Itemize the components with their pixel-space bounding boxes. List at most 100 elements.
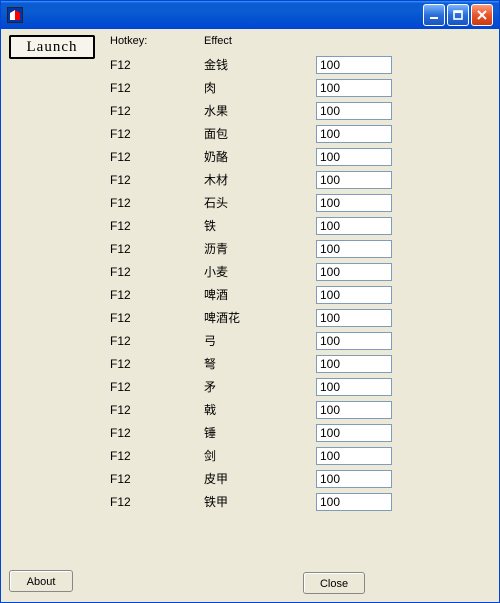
value-input[interactable] bbox=[316, 102, 392, 120]
value-input[interactable] bbox=[316, 447, 392, 465]
hotkey-label: F12 bbox=[106, 357, 204, 371]
value-input[interactable] bbox=[316, 56, 392, 74]
value-input[interactable] bbox=[316, 171, 392, 189]
value-cell bbox=[316, 263, 398, 281]
value-cell bbox=[316, 171, 398, 189]
minimize-icon bbox=[428, 9, 440, 21]
table-row: F12小麦 bbox=[106, 260, 499, 283]
hotkey-label: F12 bbox=[106, 127, 204, 141]
value-cell bbox=[316, 355, 398, 373]
effect-label: 金钱 bbox=[204, 56, 316, 73]
table-row: F12肉 bbox=[106, 76, 499, 99]
value-cell bbox=[316, 378, 398, 396]
table-row: F12金钱 bbox=[106, 53, 499, 76]
launch-button[interactable]: Launch bbox=[9, 35, 95, 59]
rows-container: F12金钱F12肉F12水果F12面包F12奶酪F12木材F12石头F12铁F1… bbox=[106, 53, 499, 513]
close-icon bbox=[476, 9, 488, 21]
value-input[interactable] bbox=[316, 309, 392, 327]
value-input[interactable] bbox=[316, 401, 392, 419]
header-hotkey: Hotkey: bbox=[106, 35, 204, 53]
value-input[interactable] bbox=[316, 378, 392, 396]
hotkey-label: F12 bbox=[106, 219, 204, 233]
client-area: Launch About Hotkey: Effect F12金钱F12肉F12… bbox=[1, 29, 499, 602]
value-cell bbox=[316, 286, 398, 304]
value-cell bbox=[316, 332, 398, 350]
table-row: F12锤 bbox=[106, 421, 499, 444]
window-controls bbox=[423, 4, 493, 26]
hotkey-label: F12 bbox=[106, 449, 204, 463]
effect-label: 沥青 bbox=[204, 240, 316, 257]
hotkey-label: F12 bbox=[106, 495, 204, 509]
table-row: F12弓 bbox=[106, 329, 499, 352]
minimize-button[interactable] bbox=[423, 4, 445, 26]
table-row: F12矛 bbox=[106, 375, 499, 398]
value-input[interactable] bbox=[316, 424, 392, 442]
value-input[interactable] bbox=[316, 240, 392, 258]
table-row: F12啤酒 bbox=[106, 283, 499, 306]
value-cell bbox=[316, 56, 398, 74]
right-column: Hotkey: Effect F12金钱F12肉F12水果F12面包F12奶酪F… bbox=[106, 29, 499, 602]
value-cell bbox=[316, 401, 398, 419]
effect-label: 剑 bbox=[204, 447, 316, 464]
value-input[interactable] bbox=[316, 194, 392, 212]
effect-label: 锤 bbox=[204, 424, 316, 441]
value-input[interactable] bbox=[316, 148, 392, 166]
hotkey-label: F12 bbox=[106, 150, 204, 164]
value-cell bbox=[316, 447, 398, 465]
table-row: F12面包 bbox=[106, 122, 499, 145]
about-button[interactable]: About bbox=[9, 570, 73, 592]
maximize-button[interactable] bbox=[447, 4, 469, 26]
close-window-button[interactable] bbox=[471, 4, 493, 26]
value-cell bbox=[316, 125, 398, 143]
value-cell bbox=[316, 309, 398, 327]
table-row: F12木材 bbox=[106, 168, 499, 191]
value-cell bbox=[316, 217, 398, 235]
hotkey-label: F12 bbox=[106, 311, 204, 325]
value-input[interactable] bbox=[316, 332, 392, 350]
hotkey-label: F12 bbox=[106, 81, 204, 95]
hotkey-label: F12 bbox=[106, 58, 204, 72]
table-row: F12皮甲 bbox=[106, 467, 499, 490]
effect-label: 石头 bbox=[204, 194, 316, 211]
value-input[interactable] bbox=[316, 470, 392, 488]
value-input[interactable] bbox=[316, 263, 392, 281]
effect-label: 啤酒 bbox=[204, 286, 316, 303]
maximize-icon bbox=[452, 9, 464, 21]
effect-label: 啤酒花 bbox=[204, 309, 316, 326]
effect-label: 小麦 bbox=[204, 263, 316, 280]
app-icon bbox=[7, 7, 23, 23]
table-row: F12石头 bbox=[106, 191, 499, 214]
value-input[interactable] bbox=[316, 493, 392, 511]
hotkey-label: F12 bbox=[106, 173, 204, 187]
value-cell bbox=[316, 148, 398, 166]
effect-label: 矛 bbox=[204, 378, 316, 395]
titlebar[interactable] bbox=[1, 1, 499, 29]
header-value bbox=[316, 35, 398, 53]
header-effect: Effect bbox=[204, 35, 316, 53]
value-input[interactable] bbox=[316, 355, 392, 373]
value-input[interactable] bbox=[316, 217, 392, 235]
hotkey-label: F12 bbox=[106, 288, 204, 302]
value-cell bbox=[316, 240, 398, 258]
effect-label: 面包 bbox=[204, 125, 316, 142]
effect-label: 弓 bbox=[204, 332, 316, 349]
value-input[interactable] bbox=[316, 79, 392, 97]
app-window: Launch About Hotkey: Effect F12金钱F12肉F12… bbox=[0, 0, 500, 603]
table-row: F12铁 bbox=[106, 214, 499, 237]
effect-label: 铁 bbox=[204, 217, 316, 234]
hotkey-label: F12 bbox=[106, 196, 204, 210]
effect-label: 奶酪 bbox=[204, 148, 316, 165]
value-cell bbox=[316, 194, 398, 212]
value-cell bbox=[316, 470, 398, 488]
table-row: F12弩 bbox=[106, 352, 499, 375]
effect-label: 木材 bbox=[204, 171, 316, 188]
table-row: F12奶酪 bbox=[106, 145, 499, 168]
hotkey-label: F12 bbox=[106, 403, 204, 417]
column-headers: Hotkey: Effect bbox=[106, 35, 499, 53]
hotkey-label: F12 bbox=[106, 104, 204, 118]
left-column: Launch About bbox=[1, 29, 106, 602]
value-input[interactable] bbox=[316, 125, 392, 143]
effect-label: 水果 bbox=[204, 102, 316, 119]
value-input[interactable] bbox=[316, 286, 392, 304]
close-button[interactable]: Close bbox=[303, 572, 365, 594]
